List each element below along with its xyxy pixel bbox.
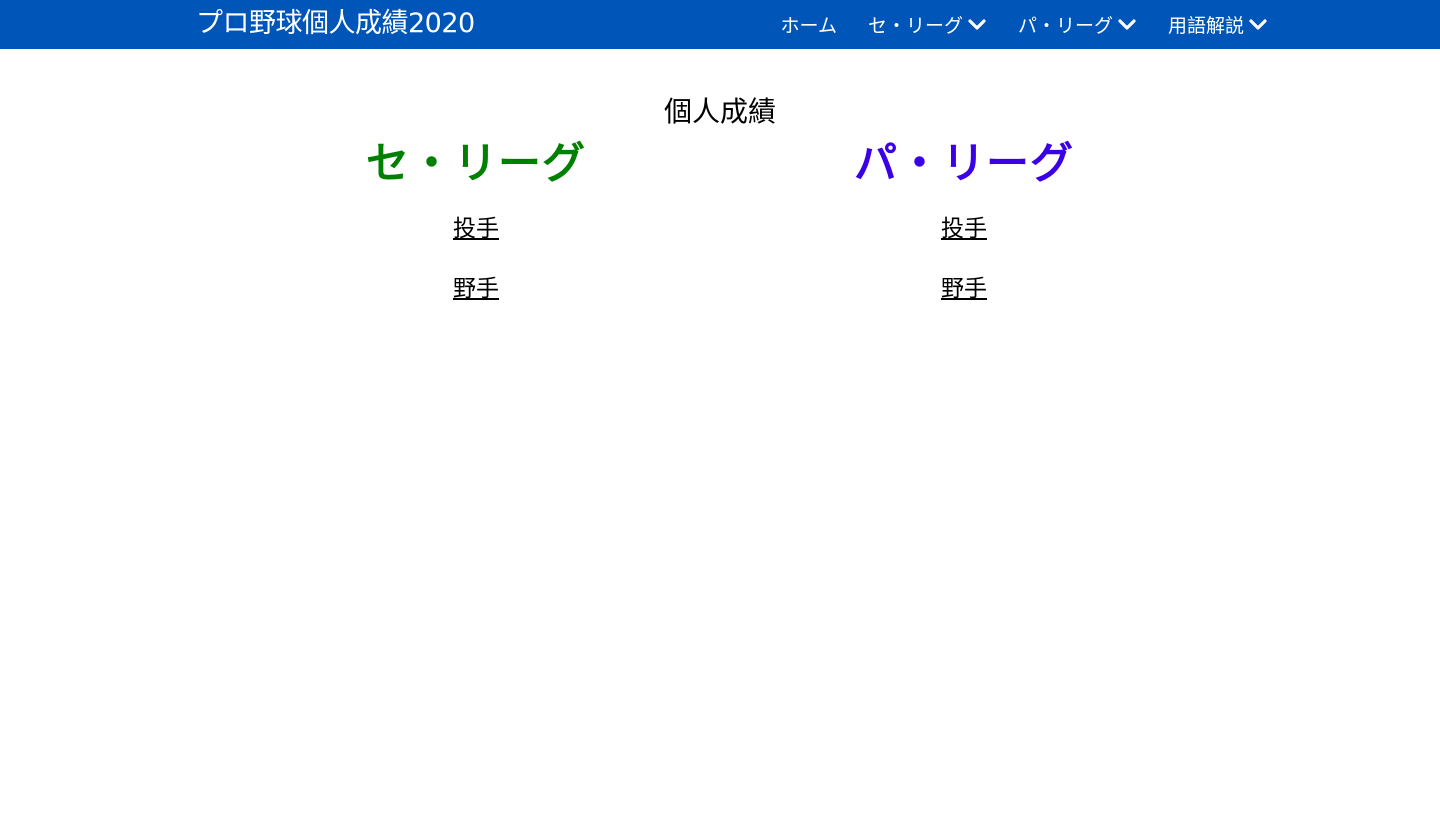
- pacific-league-section: パ・リーグ 投手 野手: [764, 136, 1164, 304]
- central-league-section: セ・リーグ 投手 野手: [276, 136, 676, 304]
- chevron-down-icon: [967, 18, 987, 32]
- pacific-league-heading: パ・リーグ: [854, 139, 1074, 189]
- nav-menu: ホーム セ・リーグ パ・リーグ 用語解説: [781, 0, 1268, 49]
- site-brand[interactable]: プロ野球個人成績2020: [196, 7, 475, 41]
- nav-item-home[interactable]: ホーム: [781, 11, 837, 38]
- nav-item-label: 用語解説: [1167, 15, 1244, 37]
- nav-item-label: セ・リーグ: [867, 15, 963, 37]
- top-navbar: プロ野球個人成績2020 ホーム セ・リーグ パ・リーグ 用語解説: [0, 0, 1440, 49]
- central-league-heading: セ・リーグ: [366, 139, 586, 189]
- pacific-pitcher-link[interactable]: 投手: [764, 214, 1164, 244]
- nav-item-glossary[interactable]: 用語解説: [1168, 11, 1268, 38]
- chevron-down-icon: [1248, 18, 1268, 32]
- central-pitcher-link[interactable]: 投手: [276, 214, 676, 244]
- central-fielder-link[interactable]: 野手: [276, 274, 676, 304]
- nav-item-central-league[interactable]: セ・リーグ: [868, 11, 987, 38]
- nav-item-label: パ・リーグ: [1017, 15, 1113, 37]
- nav-item-label: ホーム: [780, 15, 837, 37]
- chevron-down-icon: [1117, 18, 1137, 32]
- page-title: 個人成績: [663, 95, 776, 128]
- pacific-fielder-link[interactable]: 野手: [764, 274, 1164, 304]
- nav-item-pacific-league[interactable]: パ・リーグ: [1018, 11, 1137, 38]
